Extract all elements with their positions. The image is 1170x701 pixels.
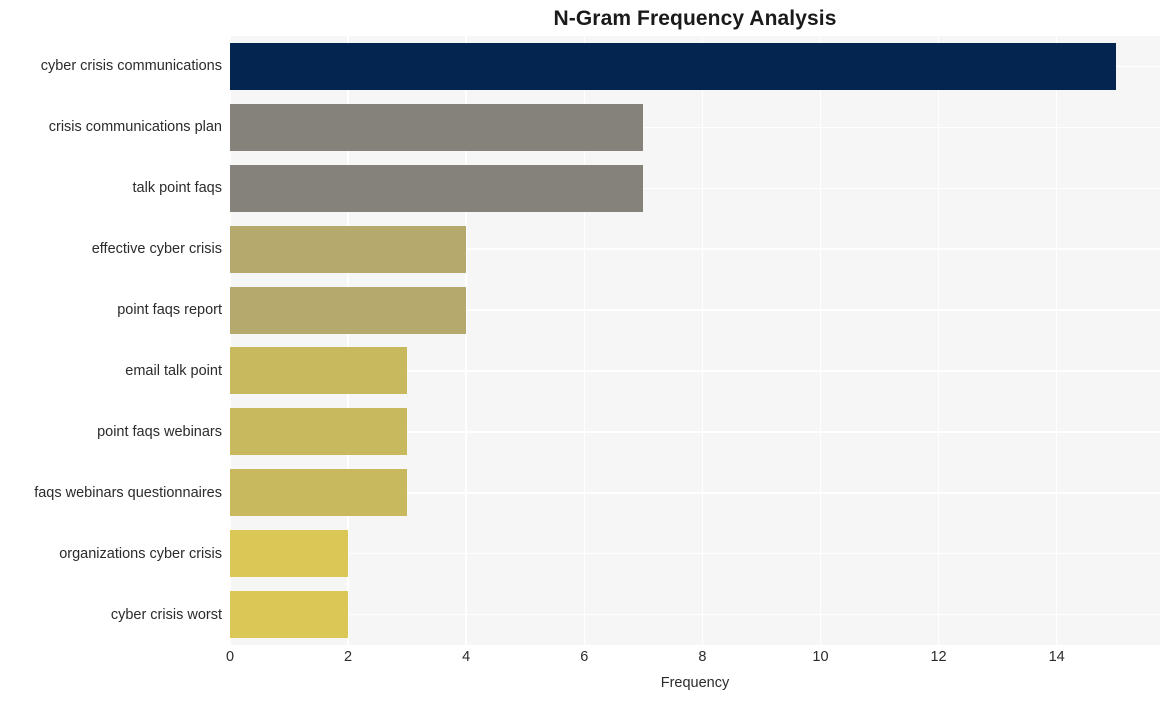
plot-area	[230, 36, 1160, 645]
chart-figure: N-Gram Frequency Analysis cyber crisis c…	[0, 0, 1170, 701]
x-axis-tick-label: 2	[344, 649, 353, 665]
gridline-vertical	[701, 36, 704, 645]
y-axis-tick-label: effective cyber crisis	[91, 241, 222, 258]
x-axis-tick-label: 14	[1048, 649, 1065, 665]
bar	[230, 42, 1116, 90]
y-axis-tick-label: faqs webinars questionnaires	[34, 484, 222, 501]
bar	[230, 408, 408, 456]
y-axis-tick-label: organizations cyber crisis	[59, 545, 222, 562]
gridline-vertical	[1055, 36, 1058, 645]
y-axis-tick-label: cyber crisis worst	[110, 606, 222, 623]
x-axis-tick-label: 10	[812, 649, 829, 665]
bar	[230, 225, 467, 273]
bar	[230, 347, 408, 395]
y-axis-tick-label: talk point faqs	[132, 180, 222, 197]
x-axis-title: Frequency	[660, 675, 730, 691]
bar	[230, 164, 644, 212]
x-axis-tick-labels: 0 2 4 6 8 10 12 14	[0, 648, 1170, 672]
x-axis-tick-label: 4	[462, 649, 471, 665]
bar	[230, 591, 349, 639]
bar	[230, 469, 408, 517]
gridline-horizontal	[230, 613, 1160, 616]
bar	[230, 286, 467, 334]
y-axis-tick-label: cyber crisis communications	[40, 58, 222, 75]
y-axis-tick-label: crisis communications plan	[48, 119, 222, 136]
chart-title: N-Gram Frequency Analysis	[553, 7, 837, 30]
y-axis-tick-label: point faqs webinars	[97, 423, 222, 440]
gridline-horizontal	[230, 552, 1160, 555]
bar	[230, 530, 349, 578]
y-axis-tick-labels: cyber crisis communications crisis commun…	[0, 36, 222, 645]
y-axis-tick-label: point faqs report	[117, 302, 222, 319]
x-axis-tick-label: 12	[930, 649, 947, 665]
gridline-vertical	[937, 36, 940, 645]
gridline-vertical	[819, 36, 822, 645]
y-axis-tick-label: email talk point	[125, 362, 222, 379]
x-axis-tick-label: 8	[698, 649, 707, 665]
x-axis-tick-label: 0	[225, 649, 235, 665]
x-axis-tick-label: 6	[580, 649, 589, 665]
bar	[230, 103, 644, 151]
